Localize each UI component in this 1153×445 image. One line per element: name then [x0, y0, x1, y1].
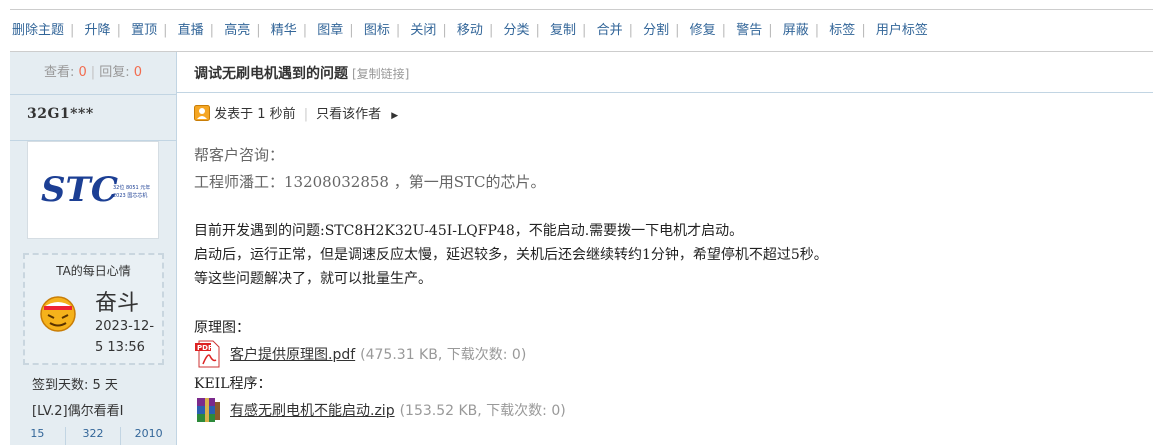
toolbar-stick[interactable]: 置顶: [131, 23, 157, 38]
schematic-label: 原理图：: [194, 320, 250, 336]
toolbar-stamp[interactable]: 图章: [317, 23, 343, 38]
author-name[interactable]: 32G1***: [27, 106, 94, 122]
mood-word: 奋斗: [95, 291, 140, 316]
replies-label: 回复:: [99, 65, 130, 80]
toolbar-tag[interactable]: 标签: [829, 23, 855, 38]
post-header: 发表于 1 秒前 | 只看该作者 ▶: [194, 105, 398, 125]
mood-title: TA的每日心情: [56, 264, 131, 278]
toolbar-copy[interactable]: 复制: [550, 23, 576, 38]
toolbar-ban[interactable]: 屏蔽: [783, 23, 809, 38]
stat-threads[interactable]: 15: [10, 427, 66, 445]
toolbar-bump[interactable]: 升降: [85, 23, 111, 38]
toolbar-icon[interactable]: 图标: [364, 23, 390, 38]
attachment-pdf-link[interactable]: 客户提供原理图.pdf: [230, 344, 355, 364]
post-line-1: 帮客户咨询：: [194, 146, 285, 164]
striving-face-icon: [40, 296, 76, 332]
attachment-zip-meta: (153.52 KB, 下载次数: 0): [399, 403, 566, 419]
thread-stats: 查看: 0 | 回复: 0: [10, 52, 176, 95]
toolbar-user-tag[interactable]: 用户标签: [876, 23, 928, 38]
svg-text:PDF: PDF: [197, 344, 213, 352]
title-divider: [177, 92, 1153, 93]
toolbar-highlight[interactable]: 高亮: [224, 23, 250, 38]
avatar[interactable]: STC 32位 8051 元年 2023 国芯芯机: [27, 141, 159, 239]
mood-date-line2: 5 13:56: [95, 340, 145, 355]
toolbar-merge[interactable]: 合并: [597, 23, 623, 38]
online-status-icon: [194, 105, 210, 121]
views-label: 查看:: [43, 65, 75, 80]
user-stats: 15 322 2010: [10, 427, 176, 445]
author-sidebar: 查看: 0 | 回复: 0 32G1*** STC 32位 8051 元年 2023…: [10, 52, 177, 445]
thread-title: 调试无刷电机遇到的问题 [复制链接]: [194, 63, 409, 83]
attachment-pdf-meta: (475.31 KB, 下载次数: 0): [360, 347, 527, 363]
toolbar-delete-thread[interactable]: 删除主题: [12, 23, 64, 38]
views-count: 0: [78, 65, 87, 80]
svg-text:2023 国芯芯机: 2023 国芯芯机: [113, 192, 147, 199]
toolbar-digest[interactable]: 精华: [271, 23, 297, 38]
only-author-link[interactable]: 只看该作者: [316, 107, 381, 122]
replies-count: 0: [133, 65, 142, 80]
moderation-toolbar: 删除主题 | 升降 | 置顶 | 直播 | 高亮 | 精华 | 图章 | 图标 | 关闭 | 移动…: [12, 23, 928, 38]
thread-title-text: 调试无刷电机遇到的问题: [194, 66, 348, 82]
header-divider: [10, 51, 1153, 52]
stat-points[interactable]: 2010: [121, 427, 176, 445]
keil-label: KEIL程序：: [194, 376, 272, 392]
stat-posts[interactable]: 322: [66, 427, 122, 445]
stc-logo-icon: STC 32位 8051 元年 2023 国芯芯机: [41, 170, 150, 210]
checkin-days: 签到天数: 5 天: [32, 378, 118, 393]
toolbar-close[interactable]: 关闭: [410, 23, 436, 38]
post-line-2: 工程师潘工：13208032858 ，第一用STC的芯片。: [194, 173, 546, 191]
daily-mood: TA的每日心情 奋斗 2023-12- 5 13:56: [23, 253, 164, 365]
rar-archive-icon: [197, 398, 220, 422]
toolbar-category[interactable]: 分类: [503, 23, 529, 38]
post-line-5: 等这些问题解决了，就可以批量生产。: [194, 271, 432, 287]
top-divider: [10, 9, 1153, 10]
toolbar-move[interactable]: 移动: [457, 23, 483, 38]
attachment-zip: 有感无刷电机不能启动.zip (153.52 KB, 下载次数: 0): [194, 396, 566, 424]
caret-right-icon: ▶: [391, 111, 399, 121]
mood-date-line1: 2023-12-: [95, 319, 155, 334]
toolbar-split[interactable]: 分割: [643, 23, 669, 38]
attachment-pdf: PDF 客户提供原理图.pdf (475.31 KB, 下载次数: 0): [194, 340, 526, 368]
post-time: 发表于 1 秒前: [214, 107, 296, 122]
toolbar-warn[interactable]: 警告: [736, 23, 762, 38]
svg-text:32位 8051 元年: 32位 8051 元年: [113, 184, 150, 191]
attachment-zip-link[interactable]: 有感无刷电机不能启动.zip: [230, 400, 395, 420]
pdf-file-icon: PDF: [195, 340, 220, 368]
user-level[interactable]: [LV.2]偶尔看看I: [32, 400, 123, 419]
toolbar-live[interactable]: 直播: [178, 23, 204, 38]
toolbar-repair[interactable]: 修复: [690, 23, 716, 38]
post-line-4: 启动后，运行正常，但是调速反应太慢，延迟较多，关机后还会继续转约1分钟，希望停机…: [194, 247, 828, 263]
post-line-3: 目前开发遇到的问题:STC8H2K32U-45I-LQFP48，不能启动.需要拨…: [194, 223, 744, 239]
svg-text:STC: STC: [41, 170, 118, 210]
copy-link[interactable]: [复制链接]: [352, 67, 409, 81]
